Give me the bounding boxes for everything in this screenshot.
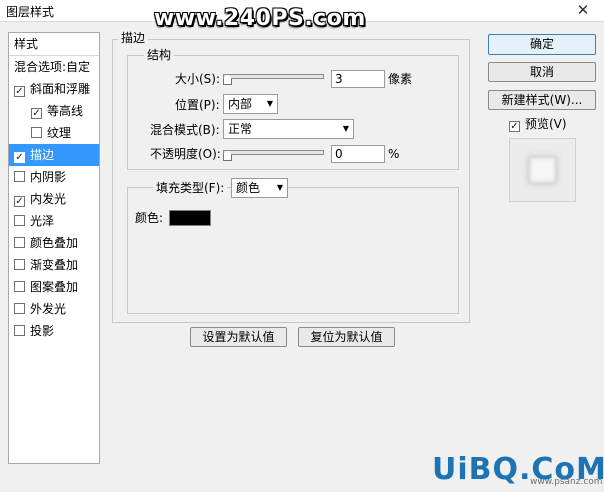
size-label: 大小(S):: [175, 72, 221, 86]
chevron-down-icon: ▼: [342, 124, 349, 133]
style-item[interactable]: 光泽: [9, 210, 99, 232]
style-item[interactable]: ✓ 描边: [9, 144, 99, 166]
position-label: 位置(P):: [175, 98, 220, 112]
position-value: 内部: [228, 97, 253, 111]
style-item-label: 内发光: [30, 192, 67, 206]
new-style-button[interactable]: 新建样式(W)...: [488, 90, 596, 110]
color-swatch[interactable]: [169, 210, 211, 226]
set-default-button[interactable]: 设置为默认值: [190, 327, 287, 347]
style-item[interactable]: 外发光: [9, 298, 99, 320]
style-item-label: 光泽: [30, 214, 55, 228]
blend-mode-select[interactable]: 正常 ▼: [223, 119, 354, 139]
preview-label: 预览(V): [525, 117, 567, 131]
checkbox-icon[interactable]: [14, 303, 25, 314]
style-item[interactable]: 图案叠加: [9, 276, 99, 298]
style-item-label: 外发光: [30, 302, 67, 316]
style-item-label: 图案叠加: [30, 280, 79, 294]
preview-checkbox[interactable]: ✓ 预览(V): [509, 115, 567, 133]
style-item-label: 颜色叠加: [30, 236, 79, 250]
style-item[interactable]: 纹理: [9, 122, 99, 144]
preview-thumbnail: [528, 156, 557, 184]
checkbox-icon[interactable]: [14, 171, 25, 182]
checkbox-checked-icon[interactable]: ✓: [14, 196, 25, 207]
watermark-top: www.240PS.com: [154, 6, 366, 31]
chevron-down-icon: ▼: [266, 99, 273, 108]
style-item[interactable]: ✓ 斜面和浮雕: [9, 78, 99, 100]
reset-default-button[interactable]: 复位为默认值: [298, 327, 395, 347]
style-item[interactable]: ✓ 内发光: [9, 188, 99, 210]
style-item-label: 斜面和浮雕: [30, 82, 91, 96]
fill-type-label: 填充类型(F):: [153, 181, 228, 195]
style-item[interactable]: ✓ 等高线: [9, 100, 99, 122]
stroke-group-title: 描边: [118, 31, 149, 45]
fill-type-group: [127, 187, 459, 314]
preview-check-icon: ✓: [509, 121, 520, 132]
style-item-label: 投影: [30, 324, 55, 338]
style-item[interactable]: 内阴影: [9, 166, 99, 188]
color-label: 颜色:: [135, 211, 164, 225]
ok-button[interactable]: 确定: [488, 34, 596, 55]
cancel-button[interactable]: 取消: [488, 62, 596, 82]
opacity-unit: %: [388, 147, 400, 161]
checkbox-icon[interactable]: [14, 259, 25, 270]
checkbox-checked-icon[interactable]: ✓: [14, 86, 25, 97]
style-list: 样式 混合选项:自定 ✓ 斜面和浮雕 ✓ 等高线纹理 ✓ 描边内阴影 ✓ 内发光光泽颜色叠加渐…: [8, 32, 100, 464]
style-item-label: 内阴影: [30, 170, 67, 184]
checkbox-checked-icon[interactable]: ✓: [31, 108, 42, 119]
blend-mode-label: 混合模式(B):: [150, 123, 220, 137]
checkbox-icon[interactable]: [31, 127, 42, 138]
style-item-label: 纹理: [47, 126, 72, 140]
style-item[interactable]: 投影: [9, 320, 99, 342]
size-unit: 像素: [388, 72, 413, 86]
style-item-label: 描边: [30, 148, 55, 162]
blend-options-item[interactable]: 混合选项:自定: [9, 56, 99, 78]
checkbox-icon[interactable]: [14, 215, 25, 226]
opacity-input[interactable]: 0: [331, 145, 385, 163]
style-items: ✓ 斜面和浮雕 ✓ 等高线纹理 ✓ 描边内阴影 ✓ 内发光光泽颜色叠加渐变叠加图案叠加外发光投…: [9, 78, 99, 342]
opacity-label: 不透明度(O):: [150, 147, 221, 161]
size-slider-track[interactable]: [223, 74, 324, 79]
checkbox-icon[interactable]: [14, 237, 25, 248]
checkbox-checked-icon[interactable]: ✓: [14, 152, 25, 163]
style-preview: [509, 138, 576, 202]
watermark-url: www.psanz.com: [530, 477, 603, 487]
blend-mode-value: 正常: [228, 122, 253, 136]
checkbox-icon[interactable]: [14, 281, 25, 292]
position-select[interactable]: 内部 ▼: [223, 94, 278, 114]
size-input[interactable]: 3: [331, 70, 385, 88]
blend-options-label: 混合选项:自定: [14, 60, 91, 74]
style-item[interactable]: 颜色叠加: [9, 232, 99, 254]
style-item-label: 渐变叠加: [30, 258, 79, 272]
opacity-slider-track[interactable]: [223, 150, 324, 155]
fill-type-select[interactable]: 颜色 ▼: [231, 178, 288, 198]
fill-type-value: 颜色: [236, 181, 261, 195]
style-item[interactable]: 渐变叠加: [9, 254, 99, 276]
structure-group-title: 结构: [144, 48, 175, 62]
style-item-label: 等高线: [47, 104, 84, 118]
close-icon[interactable]: ✕: [572, 1, 594, 19]
checkbox-icon[interactable]: [14, 325, 25, 336]
window-title: 图层样式: [6, 5, 55, 19]
chevron-down-icon: ▼: [276, 183, 283, 192]
style-list-header[interactable]: 样式: [9, 33, 99, 56]
